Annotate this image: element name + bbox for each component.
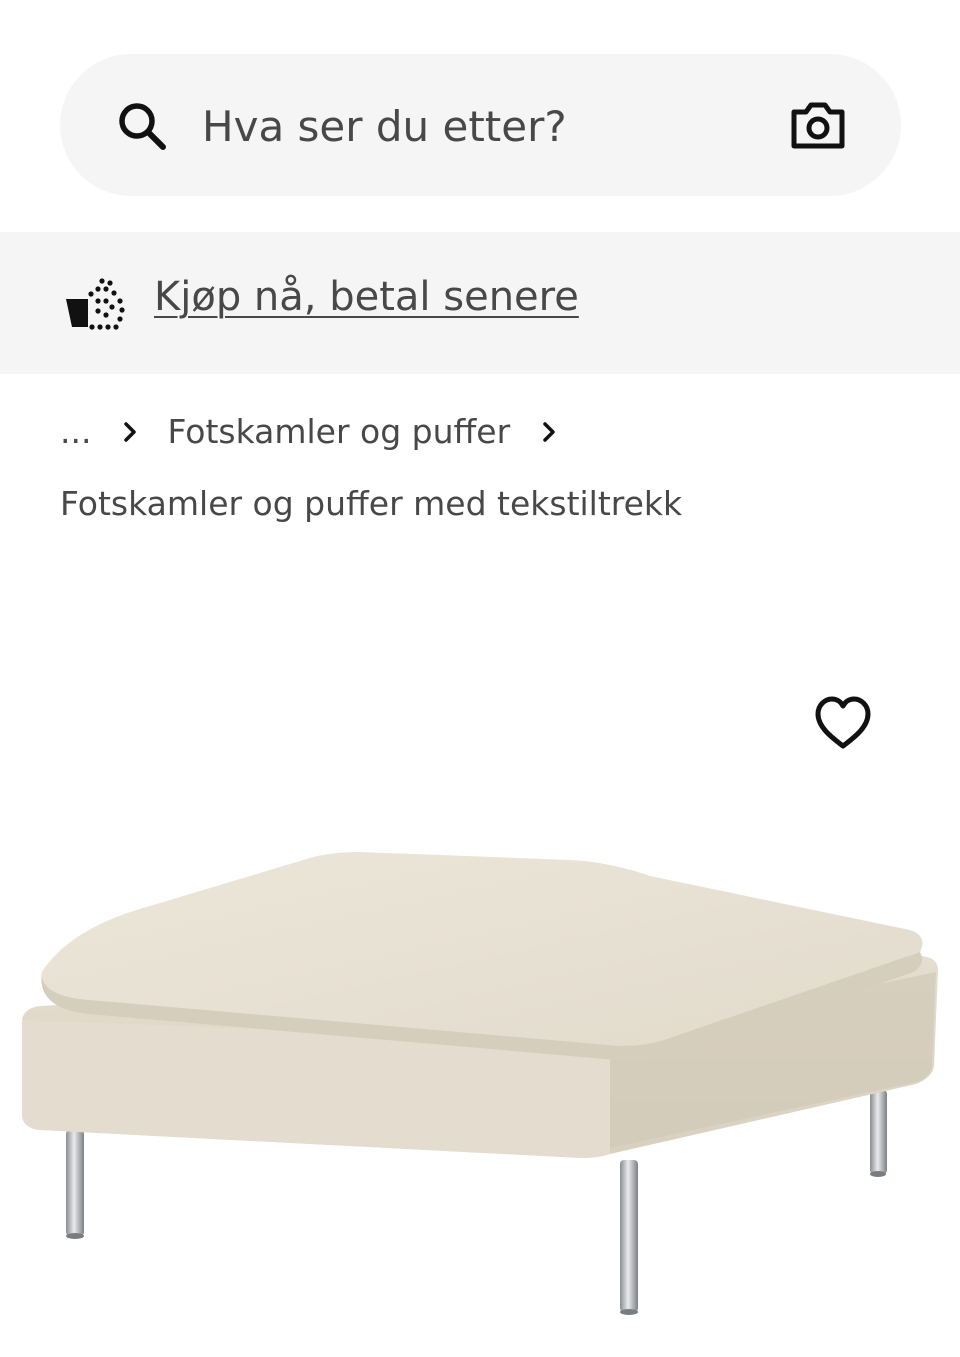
- chevron-right-icon: [536, 417, 564, 447]
- breadcrumb-item-fotskamler[interactable]: Fotskamler og puffer: [167, 412, 510, 451]
- camera-icon: [791, 102, 845, 149]
- search-icon[interactable]: [116, 100, 168, 152]
- search-input[interactable]: [202, 90, 762, 162]
- breadcrumb-ellipsis[interactable]: ...: [60, 412, 91, 451]
- bnpl-link[interactable]: Kjøp nå, betal senere: [154, 274, 579, 320]
- buy-now-pay-later-icon: [66, 278, 125, 330]
- product-image[interactable]: [10, 830, 950, 1330]
- breadcrumb: ... Fotskamler og puffer: [60, 412, 586, 451]
- chevron-right-icon: [117, 417, 145, 447]
- page-title: Fotskamler og puffer med tekstiltrekk: [60, 484, 683, 523]
- heart-icon[interactable]: [812, 694, 874, 754]
- camera-search-button[interactable]: [785, 96, 851, 156]
